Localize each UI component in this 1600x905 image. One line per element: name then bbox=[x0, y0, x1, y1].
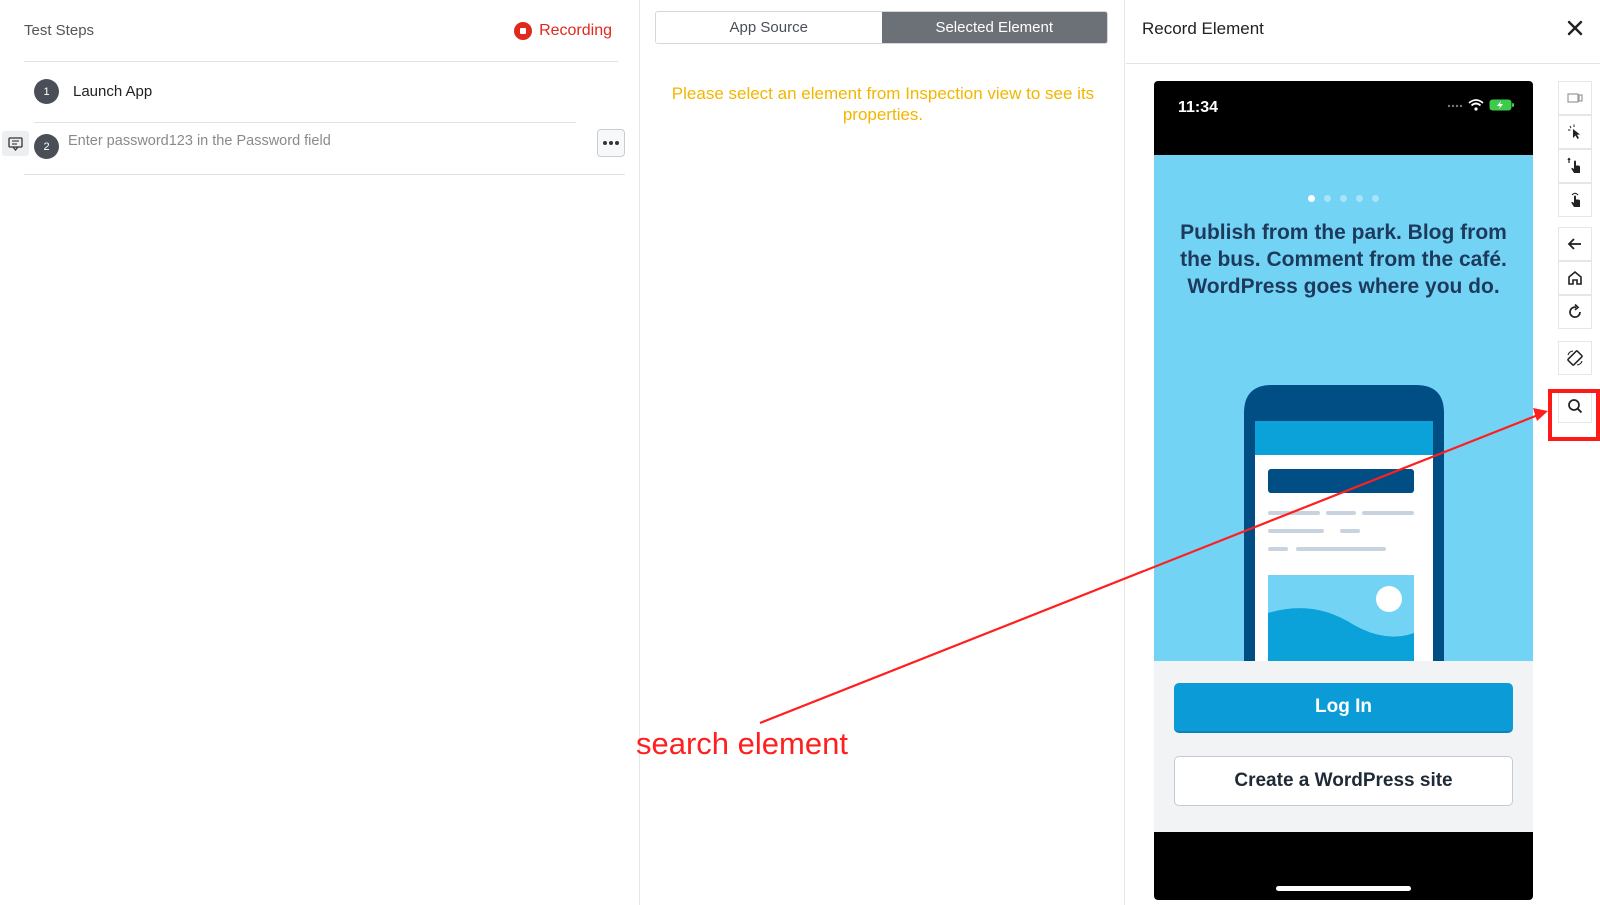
step-number: 1 bbox=[34, 79, 59, 104]
battery-icon bbox=[1489, 99, 1514, 111]
tab-selected-element[interactable]: Selected Element bbox=[881, 12, 1107, 43]
onboarding-screen: Publish from the park. Blog from the bus… bbox=[1154, 155, 1533, 661]
step-label: Enter password123 in the Password field bbox=[68, 133, 331, 149]
refresh-icon bbox=[1569, 303, 1581, 318]
inspector-panel: App Source Selected Element Please selec… bbox=[641, 0, 1125, 905]
test-steps-header: Test Steps Recording bbox=[24, 0, 618, 62]
test-step-2[interactable]: 2 Enter password123 in the Password fiel… bbox=[24, 124, 625, 175]
tap-gesture-button[interactable] bbox=[1558, 183, 1592, 217]
page-indicator bbox=[1154, 195, 1533, 202]
swipe-icon bbox=[1567, 157, 1580, 173]
close-icon[interactable] bbox=[1564, 17, 1586, 39]
home-icon bbox=[1568, 270, 1582, 285]
home-indicator bbox=[1276, 886, 1411, 891]
step-number: 2 bbox=[34, 134, 59, 159]
record-element-panel: Record Element 11:34 Publish from the pa… bbox=[1126, 0, 1600, 905]
device-screen[interactable]: 11:34 Publish from the park. Blog from t… bbox=[1154, 81, 1533, 900]
inspector-tabs: App Source Selected Element bbox=[655, 11, 1108, 44]
step-more-button[interactable] bbox=[597, 129, 625, 157]
recording-indicator[interactable]: Recording bbox=[514, 21, 618, 40]
record-element-title: Record Element bbox=[1142, 19, 1264, 38]
record-element-header: Record Element bbox=[1126, 0, 1600, 64]
device-icon bbox=[1567, 93, 1583, 103]
more-dots-icon bbox=[603, 141, 607, 145]
record-stop-icon bbox=[514, 21, 533, 40]
select-pointer-icon bbox=[1568, 124, 1580, 139]
back-icon bbox=[1567, 238, 1581, 250]
device-toggle-button[interactable] bbox=[1558, 81, 1592, 115]
search-highlight-box bbox=[1548, 389, 1600, 441]
selection-hint: Please select an element from Inspection… bbox=[671, 84, 1095, 124]
status-time: 11:34 bbox=[1178, 99, 1219, 116]
select-element-button[interactable] bbox=[1558, 115, 1592, 149]
status-icons bbox=[1447, 99, 1515, 111]
wifi-icon bbox=[1468, 99, 1484, 111]
rotate-icon bbox=[1567, 350, 1583, 366]
test-steps-panel: Test Steps Recording 1 Launch App 2 Ente… bbox=[0, 0, 640, 905]
onboarding-headline: Publish from the park. Blog from the bus… bbox=[1180, 221, 1507, 298]
rotate-button[interactable] bbox=[1558, 341, 1592, 375]
test-steps-title: Test Steps bbox=[24, 22, 95, 39]
refresh-button[interactable] bbox=[1558, 295, 1592, 329]
back-button[interactable] bbox=[1558, 227, 1592, 261]
log-in-button[interactable]: Log In bbox=[1174, 683, 1513, 733]
signal-icon bbox=[1447, 104, 1463, 108]
recording-label: Recording bbox=[539, 21, 612, 39]
auth-buttons-area: Log In Create a WordPress site bbox=[1154, 661, 1533, 832]
test-step-1[interactable]: 1 Launch App bbox=[34, 79, 576, 123]
step-label: Launch App bbox=[73, 83, 153, 100]
phone-illustration-icon bbox=[1244, 385, 1444, 661]
home-button[interactable] bbox=[1558, 261, 1592, 295]
swipe-gesture-button[interactable] bbox=[1558, 149, 1592, 183]
tap-icon bbox=[1571, 192, 1580, 207]
annotation-label: search element bbox=[636, 726, 848, 761]
create-site-button[interactable]: Create a WordPress site bbox=[1174, 756, 1513, 806]
tab-app-source[interactable]: App Source bbox=[656, 12, 882, 43]
